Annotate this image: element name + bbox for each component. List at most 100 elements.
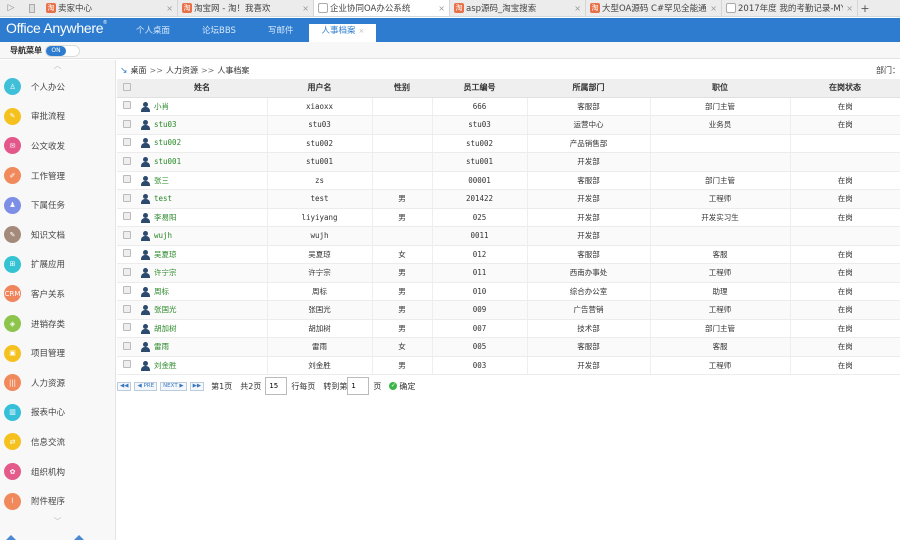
row-checkbox[interactable] (117, 319, 137, 338)
close-tab-icon[interactable]: × (166, 4, 173, 13)
sidebar-item[interactable]: ||| 人力资源 (0, 368, 115, 398)
table-row[interactable]: stu03 stu03 stu03 运营中心 业务员 在岗 (117, 115, 900, 135)
employee-name-link[interactable]: 吴夏琼 (137, 245, 268, 264)
close-tab-icon[interactable]: × (358, 27, 364, 35)
browser-tab[interactable]: 企业协同OA办公系统 × (314, 0, 450, 16)
col-emp-no[interactable]: 员工编号 (432, 79, 527, 98)
browser-tab[interactable]: 淘 asp源码_淘宝搜索 × (450, 0, 586, 16)
row-checkbox[interactable] (117, 245, 137, 264)
breadcrumb-item[interactable]: 桌面 (131, 65, 147, 76)
employee-name-link[interactable]: 张三 (137, 171, 268, 190)
sidebar-item[interactable]: ⌇ 附件程序 (0, 486, 115, 516)
close-tab-icon[interactable]: × (846, 4, 853, 13)
sidebar-item[interactable]: ⇄ 信息交流 (0, 427, 115, 457)
scroll-down-icon[interactable]: ﹀ (0, 516, 115, 528)
sidebar-item[interactable]: ◈ 进销存类 (0, 309, 115, 339)
sidebar-item[interactable]: ✐ 工作管理 (0, 161, 115, 191)
browser-tab[interactable]: 淘 淘宝网 - 淘！我喜欢 × (178, 0, 314, 16)
employee-name-link[interactable]: 李易阳 (137, 208, 268, 227)
sidebar-item[interactable]: ✿ 组织机构 (0, 457, 115, 487)
row-checkbox[interactable] (117, 300, 137, 320)
sidebar-item[interactable]: ▥ 报表中心 (0, 398, 115, 428)
sidebar-item[interactable]: ✎ 审批流程 (0, 102, 115, 132)
table-row[interactable]: stu002 stu002 stu002 产品销售部 (117, 134, 900, 153)
row-checkbox[interactable] (117, 337, 137, 357)
close-tab-icon[interactable]: × (574, 4, 581, 13)
select-all-checkbox[interactable] (117, 79, 137, 98)
page-icon[interactable] (22, 0, 42, 16)
table-row[interactable]: 许宁宗 许宁宗男 011 西南办事处 工程师 在岗 (117, 263, 900, 283)
col-username[interactable]: 用户名 (267, 79, 372, 98)
browser-tab[interactable]: 淘 卖家中心 × (42, 0, 178, 16)
table-row[interactable]: stu001 stu001 stu001 开发部 (117, 152, 900, 172)
table-row[interactable]: 张三 zs 00001 客服部 部门主管 在岗 (117, 171, 900, 190)
settings-icon[interactable] (74, 535, 84, 540)
table-row[interactable]: 李易阳 liyiyang 男 025 开发部 开发实习生 在岗 (117, 208, 900, 227)
goto-page-input[interactable] (347, 377, 370, 395)
table-row[interactable]: 胡加树 胡加树男 007 技术部 部门主管 在岗 (117, 319, 900, 338)
employee-name-link[interactable]: 雷雨 (137, 337, 268, 357)
confirm-button[interactable]: ✓ 确定 (389, 381, 415, 392)
employee-name-link[interactable]: stu001 (137, 152, 268, 172)
row-checkbox[interactable] (117, 208, 137, 227)
row-checkbox[interactable] (117, 226, 137, 246)
app-tab[interactable]: 个人桌面 (120, 18, 186, 42)
sidebar-item[interactable]: ⊞ 扩展应用 (0, 250, 115, 280)
table-row[interactable]: wujh wujh 0011 开发部 (117, 226, 900, 246)
breadcrumb-item[interactable]: 人力资源 (166, 65, 198, 76)
row-checkbox[interactable] (117, 171, 137, 190)
browser-tab[interactable]: 淘 大型OA源码 C#罕见全能通用O × (586, 0, 722, 16)
first-page-button[interactable]: ◀◀ (117, 381, 132, 391)
row-checkbox[interactable] (117, 152, 137, 172)
employee-name-link[interactable]: 张国光 (137, 300, 268, 320)
sidebar-item[interactable]: ✎ 知识文档 (0, 220, 115, 250)
employee-name-link[interactable]: 小肖 (137, 97, 268, 116)
scroll-up-icon[interactable]: ︿ (0, 60, 115, 72)
sidebar-item[interactable]: ♙ 个人办公 (0, 72, 115, 102)
employee-name-link[interactable]: stu03 (137, 115, 268, 135)
employee-name-link[interactable]: stu002 (137, 134, 268, 153)
sidebar-item[interactable]: CRM 客户关系 (0, 279, 115, 309)
employee-name-link[interactable]: 刘金胜 (137, 356, 268, 375)
next-page-button[interactable]: NEXT ▶ (160, 381, 187, 391)
close-tab-icon[interactable]: × (438, 4, 445, 13)
row-checkbox[interactable] (117, 115, 137, 135)
nav-menu-toggle[interactable]: ON (45, 45, 80, 57)
close-tab-icon[interactable]: × (710, 4, 717, 13)
col-name[interactable]: 姓名 (137, 79, 267, 98)
table-row[interactable]: 雷雨 雷雨女 005 客服部 客服 在岗 (117, 337, 900, 357)
table-row[interactable]: 刘金胜 刘金胜男 003 开发部 工程师 在岗 (117, 356, 900, 375)
app-tab[interactable]: 人事档案 × (309, 24, 377, 42)
employee-name-link[interactable]: 周标 (137, 282, 268, 301)
employee-name-link[interactable]: 许宁宗 (137, 263, 268, 283)
prev-page-button[interactable]: ◀ PRE (134, 381, 158, 391)
employee-name-link[interactable]: test (137, 189, 268, 209)
sidebar-toggle-icon[interactable]: ▷ (0, 0, 22, 16)
row-checkbox[interactable] (117, 134, 137, 153)
rows-per-page-input[interactable] (265, 377, 288, 395)
app-tab[interactable]: 论坛BBS (186, 18, 252, 42)
row-checkbox[interactable] (117, 282, 137, 301)
table-row[interactable]: 张国光 张国光男 009 广告营销 工程师 在岗 (117, 300, 900, 320)
table-row[interactable]: test test 男 201422 开发部 工程师 在岗 (117, 189, 900, 209)
row-checkbox[interactable] (117, 263, 137, 283)
close-tab-icon[interactable]: × (302, 4, 309, 13)
browser-tab[interactable]: 2017年度 我的考勤记录-MY- × (722, 0, 858, 16)
app-tab[interactable]: 写邮件 (252, 18, 310, 42)
row-checkbox[interactable] (117, 189, 137, 209)
sidebar-item[interactable]: ▣ 项目管理 (0, 338, 115, 368)
col-gender[interactable]: 性别 (372, 79, 432, 98)
row-checkbox[interactable] (117, 97, 137, 116)
employee-name-link[interactable]: 胡加树 (137, 319, 268, 338)
col-dept[interactable]: 所属部门 (527, 79, 650, 98)
sidebar-item[interactable]: ♟ 下属任务 (0, 190, 115, 220)
new-tab-button[interactable]: + (858, 0, 872, 16)
col-position[interactable]: 职位 (650, 79, 790, 98)
table-row[interactable]: 周标 周标男 010 综合办公室 助理 在岗 (117, 282, 900, 301)
sidebar-item[interactable]: ✉ 公文收发 (0, 131, 115, 161)
employee-name-link[interactable]: wujh (137, 226, 268, 246)
home-icon[interactable] (6, 535, 16, 540)
row-checkbox[interactable] (117, 356, 137, 375)
col-status[interactable]: 在岗状态 (790, 79, 900, 98)
table-row[interactable]: 小肖 xiaoxx 666 客服部 部门主管 在岗 (117, 97, 900, 116)
